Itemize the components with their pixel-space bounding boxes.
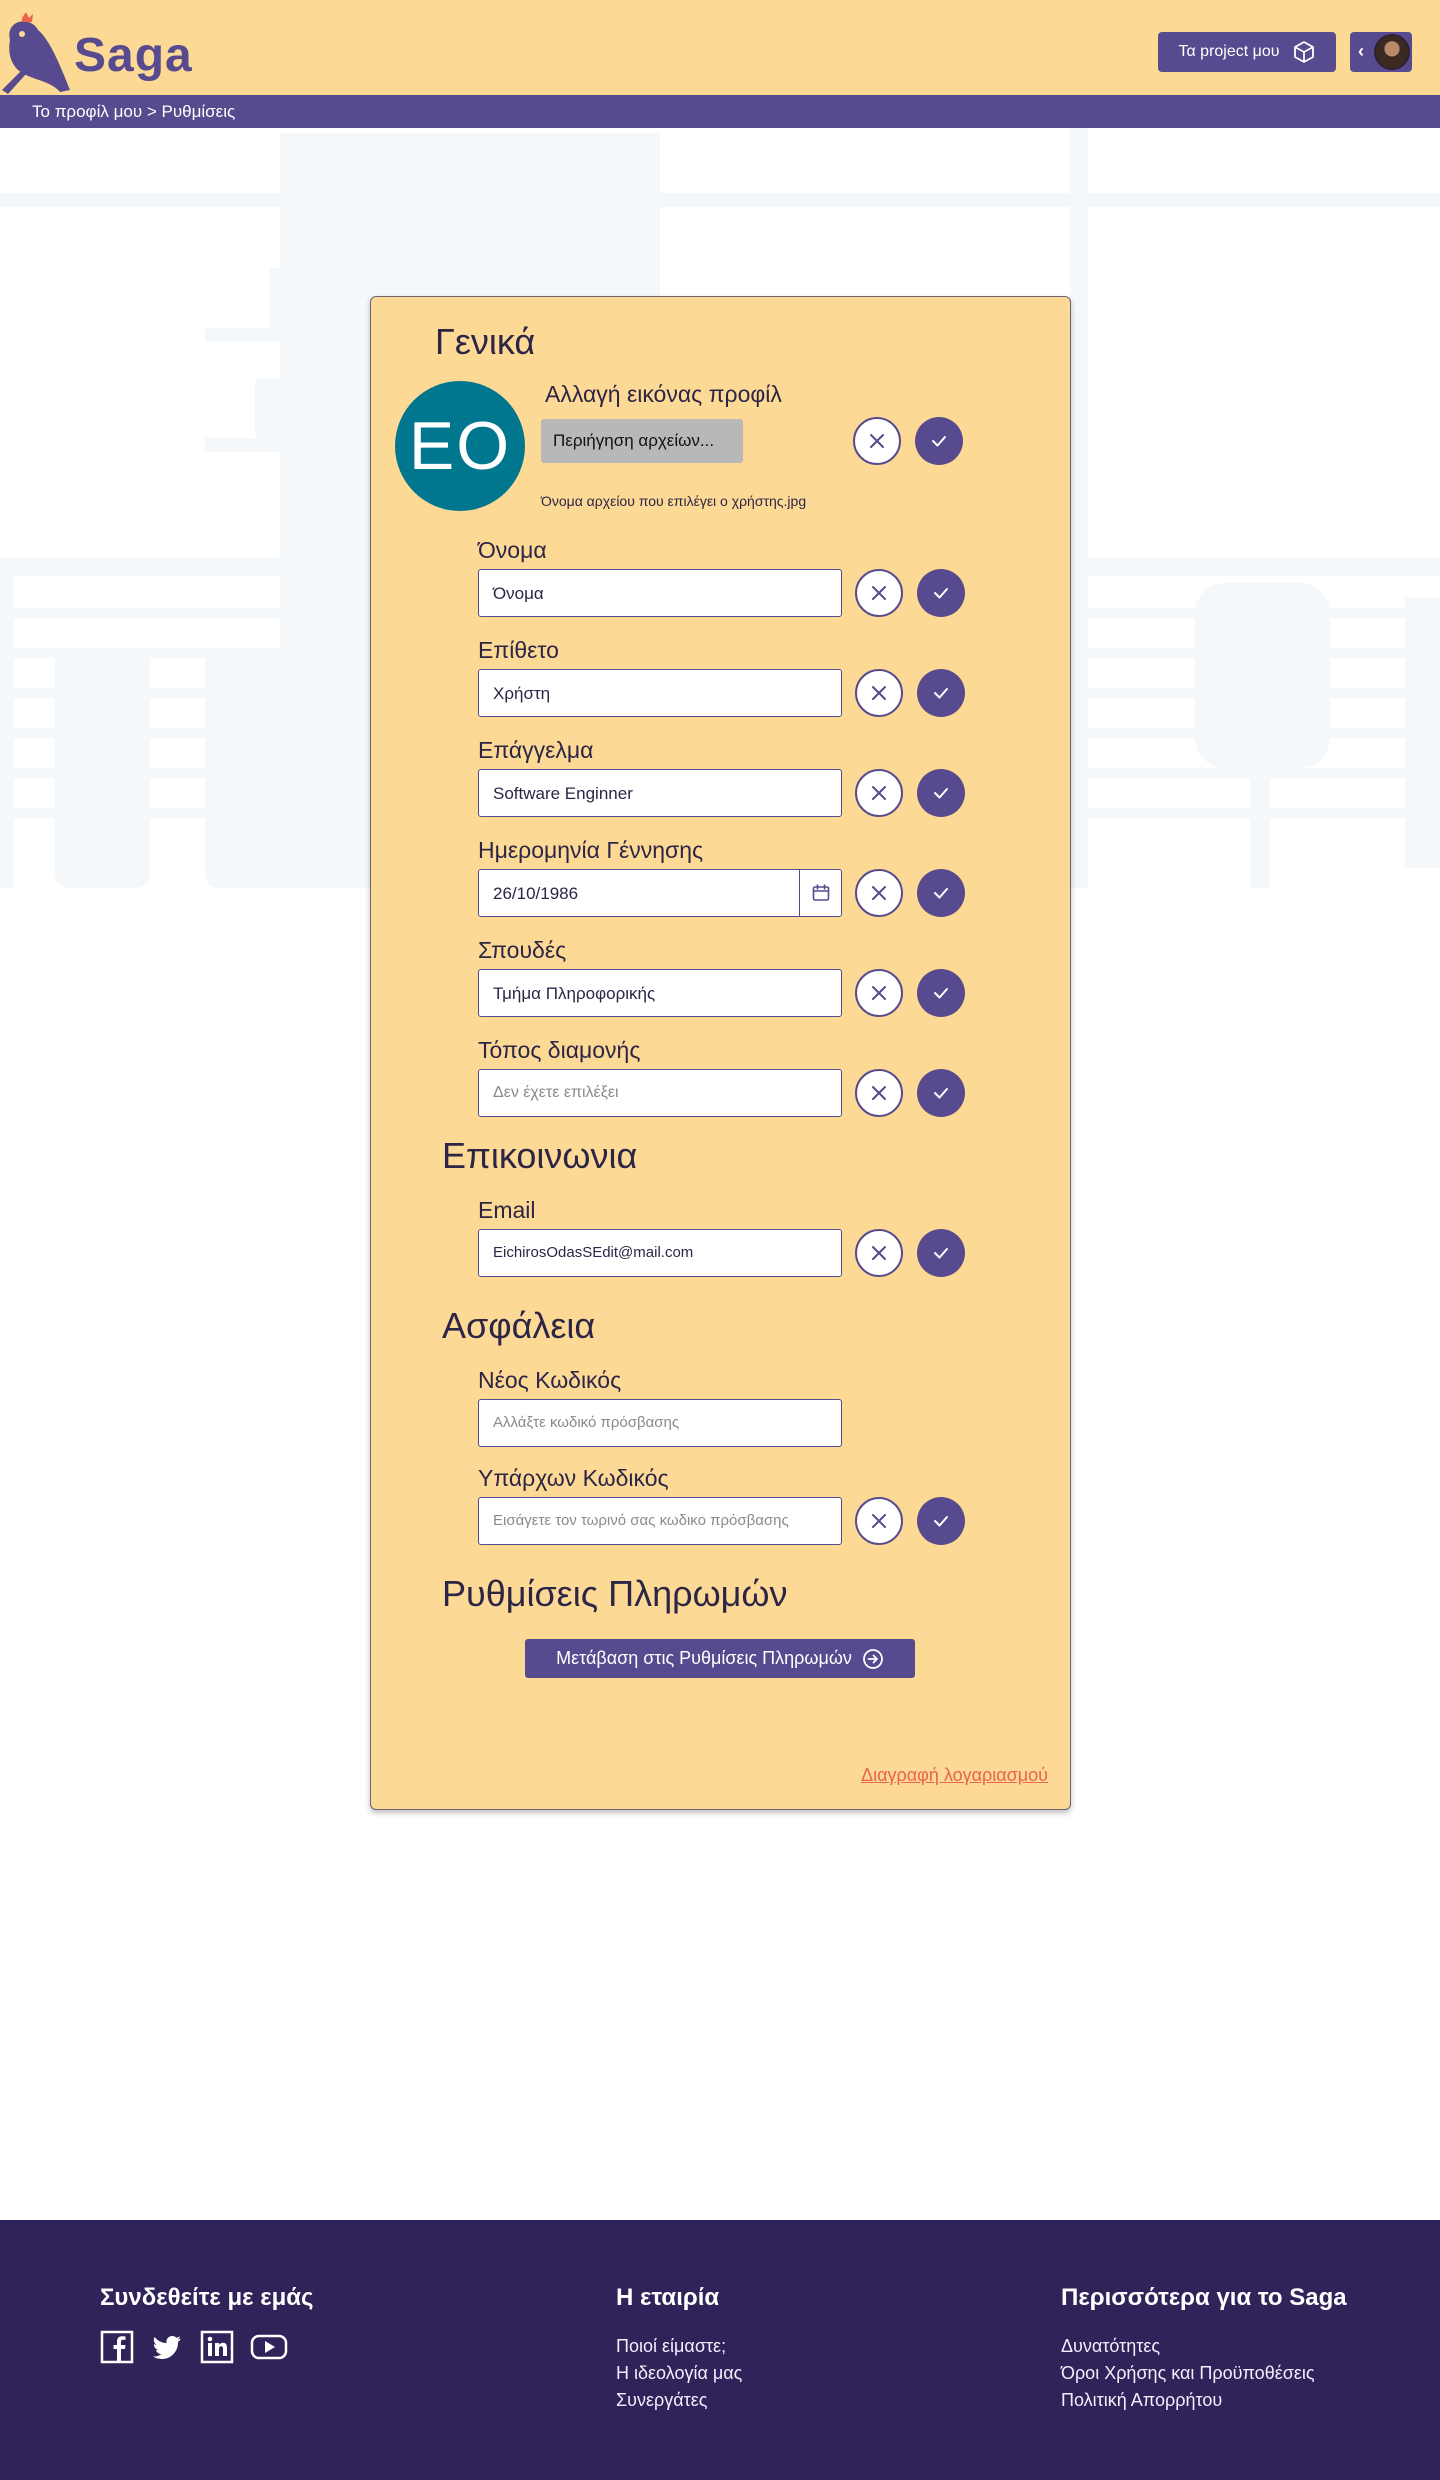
studies-label: Σπουδές — [478, 937, 567, 963]
cancel-email-button[interactable] — [855, 1229, 903, 1277]
cancel-birth-date-button[interactable] — [855, 869, 903, 917]
close-icon — [872, 1246, 886, 1260]
contact-section-title: Επικοινωνια — [442, 1135, 638, 1176]
footer-link-terms[interactable]: Όροι Χρήσης και Προϋποθέσεις — [1061, 2363, 1315, 2384]
confirm-birth-date-button[interactable] — [917, 869, 965, 917]
check-icon — [932, 436, 946, 447]
calendar-icon — [812, 884, 829, 901]
confirm-email-button[interactable] — [917, 1229, 965, 1277]
check-icon — [934, 888, 948, 899]
close-icon — [872, 886, 886, 900]
check-icon — [934, 1088, 948, 1099]
check-icon — [934, 1248, 948, 1259]
footer-link-features[interactable]: Δυνατότητες — [1061, 2336, 1160, 2357]
confirm-picture-button[interactable] — [915, 417, 963, 465]
breadcrumb: Το προφίλ μου > Ρυθμίσεις — [0, 95, 1440, 128]
close-icon — [872, 1086, 886, 1100]
general-section-title: Γενικά — [435, 321, 536, 362]
residence-field[interactable]: Δεν έχετε επιλέξει — [478, 1069, 842, 1117]
cancel-picture-button[interactable] — [853, 417, 901, 465]
logo-text: Saga — [74, 29, 193, 82]
payment-settings-label: Μετάβαση στις Ρυθμίσεις Πληρωμών — [556, 1648, 852, 1668]
birth-date-label: Ημερομηνία Γέννησης — [478, 837, 704, 863]
profession-label: Επάγγελμα — [478, 737, 594, 763]
youtube-icon[interactable] — [250, 2330, 288, 2364]
my-projects-label: Τα project μου — [1178, 43, 1280, 60]
profession-field[interactable]: Software Enginner — [478, 769, 842, 817]
date-picker-button[interactable] — [799, 870, 841, 916]
email-field[interactable]: EichirosOdasSEdit@mail.com — [478, 1229, 842, 1277]
cancel-first-name-button[interactable] — [855, 569, 903, 617]
last-name-field[interactable]: Χρήστη — [478, 669, 842, 717]
header: Saga Τα project μου ‹ — [0, 0, 1440, 95]
footer-link-about[interactable]: Ποιοί είμαστε; — [616, 2336, 726, 2357]
birth-date-value: 26/10/1986 — [493, 884, 579, 903]
facebook-icon[interactable] — [100, 2330, 134, 2364]
check-icon — [934, 988, 948, 999]
security-section-title: Ασφάλεια — [442, 1305, 596, 1346]
change-picture-label: Αλλαγή εικόνας προφίλ — [545, 381, 782, 407]
close-icon — [872, 1514, 886, 1528]
footer-link-privacy[interactable]: Πολιτική Απορρήτου — [1061, 2390, 1222, 2411]
payment-settings-button[interactable]: Μετάβαση στις Ρυθμίσεις Πληρωμών — [525, 1639, 915, 1678]
studies-field[interactable]: Τμήμα Πληροφορικής — [478, 969, 842, 1017]
saga-logo[interactable]: Saga — [0, 10, 200, 95]
user-menu-button[interactable]: ‹ — [1350, 32, 1412, 72]
current-password-field[interactable]: Εισάγετε τον τωρινό σας κωδικο πρόσβασης — [478, 1497, 842, 1545]
check-icon — [934, 1516, 948, 1527]
confirm-residence-button[interactable] — [917, 1069, 965, 1117]
footer-link-partners[interactable]: Συνεργάτες — [616, 2390, 707, 2411]
confirm-last-name-button[interactable] — [917, 669, 965, 717]
selected-file-name: Όνομα αρχείου που επιλέγει ο χρήστης.jpg — [541, 493, 807, 509]
chevron-left-icon: ‹ — [1358, 41, 1364, 61]
close-icon — [872, 586, 886, 600]
confirm-studies-button[interactable] — [917, 969, 965, 1017]
my-projects-button[interactable]: Τα project μου — [1158, 32, 1336, 72]
close-icon — [870, 434, 884, 448]
check-icon — [934, 688, 948, 699]
confirm-first-name-button[interactable] — [917, 569, 965, 617]
cancel-residence-button[interactable] — [855, 1069, 903, 1117]
confirm-password-button[interactable] — [917, 1497, 965, 1545]
new-password-label: Νέος Κωδικός — [478, 1367, 622, 1393]
close-icon — [872, 986, 886, 1000]
birth-date-field[interactable]: 26/10/1986 — [478, 869, 842, 917]
user-avatar — [1374, 34, 1410, 70]
cancel-last-name-button[interactable] — [855, 669, 903, 717]
footer-more-title: Περισσότερα για το Saga — [1061, 2284, 1347, 2311]
first-name-field[interactable]: Όνομα — [478, 569, 842, 617]
check-icon — [934, 588, 948, 599]
footer-company-title: Η εταιρία — [616, 2284, 720, 2311]
cancel-studies-button[interactable] — [855, 969, 903, 1017]
current-password-label: Υπάρχων Κωδικός — [478, 1465, 669, 1491]
linkedin-icon[interactable] — [200, 2330, 234, 2364]
new-password-field[interactable]: Αλλάξτε κωδικό πρόσβασης — [478, 1399, 842, 1447]
social-links — [100, 2330, 288, 2364]
cube-icon — [1293, 41, 1314, 63]
browse-files-button[interactable]: Περιήγηση αρχείων... — [541, 419, 743, 463]
residence-label: Τόπος διαμονής — [478, 1037, 641, 1063]
footer-link-ideology[interactable]: Η ιδεολογία μας — [616, 2363, 742, 2384]
settings-card: Γενικά EO Αλλαγή εικόνας προφίλ Περιήγησ… — [370, 296, 1071, 1810]
check-icon — [934, 788, 948, 799]
delete-account-link[interactable]: Διαγραφή λογαριασμού — [861, 1765, 1048, 1786]
email-label: Email — [478, 1197, 536, 1223]
confirm-profession-button[interactable] — [917, 769, 965, 817]
close-icon — [872, 786, 886, 800]
footer-connect-title: Συνδεθείτε με εμάς — [100, 2284, 314, 2311]
profile-avatar: EO — [395, 381, 525, 511]
cancel-profession-button[interactable] — [855, 769, 903, 817]
cancel-password-button[interactable] — [855, 1497, 903, 1545]
arrow-right-circle-icon — [863, 1648, 883, 1669]
payments-section-title: Ρυθμίσεις Πληρωμών — [442, 1573, 788, 1614]
twitter-icon[interactable] — [150, 2330, 184, 2364]
first-name-label: Όνομα — [478, 537, 547, 563]
bird-icon — [2, 12, 70, 94]
close-icon — [872, 686, 886, 700]
last-name-label: Επίθετο — [478, 637, 559, 663]
footer: Συνδεθείτε με εμάς Η εταιρία Ποιοί είμασ… — [0, 2220, 1440, 2480]
